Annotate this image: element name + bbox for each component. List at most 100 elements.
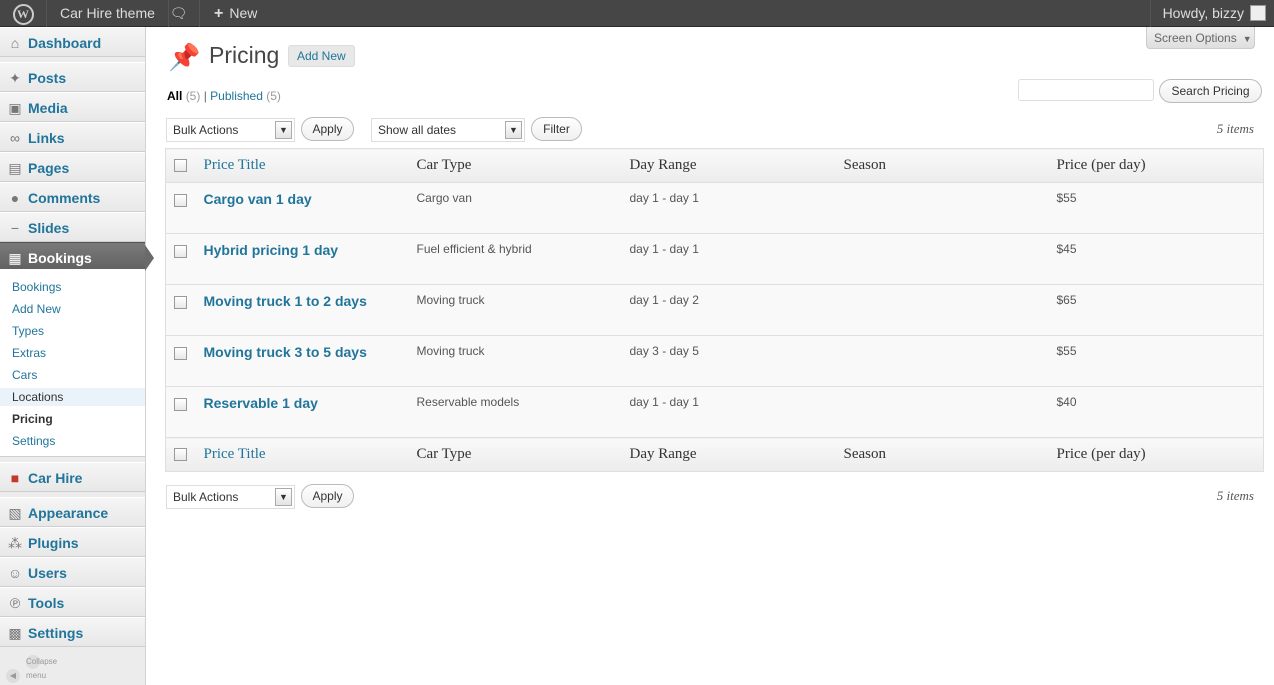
row-car-type: Cargo van — [409, 182, 623, 234]
collapse-arrow-icon: ◀ — [6, 669, 20, 683]
comments-icon[interactable]: 🗨 — [158, 0, 200, 27]
filter-published[interactable]: Published — [210, 89, 263, 103]
submenu-locations[interactable]: Locations — [0, 388, 145, 406]
search-pricing-button[interactable]: Search Pricing — [1159, 79, 1262, 103]
filter-separator: | — [203, 89, 207, 103]
menu-media[interactable]: ▣ Media — [0, 92, 145, 122]
menu-slides[interactable]: − Slides — [0, 212, 145, 242]
column-price-title[interactable]: Price Title — [196, 437, 410, 472]
media-icon: ▣ — [8, 100, 22, 116]
row-season — [836, 386, 1050, 438]
pin-icon: ✦ — [9, 70, 21, 86]
menu-posts[interactable]: ✦ Posts — [0, 62, 145, 92]
column-price-title[interactable]: Price Title — [196, 148, 410, 183]
row-season — [836, 335, 1050, 387]
collapse-menu-button[interactable]: ◀Collapse menu — [6, 655, 57, 683]
row-title-link[interactable]: Hybrid pricing 1 day — [196, 233, 410, 285]
table-row: Cargo van 1 day Cargo van day 1 - day 1 … — [165, 182, 1264, 234]
submenu-bookings[interactable]: Bookings — [12, 278, 61, 296]
select-all-checkbox-bottom[interactable] — [165, 437, 197, 472]
plus-icon: + — [214, 5, 224, 22]
menu-dashboard[interactable]: ⌂ Dashboard — [0, 27, 145, 57]
row-checkbox[interactable] — [165, 182, 197, 234]
row-price: $45 — [1049, 233, 1264, 285]
avatar — [1250, 5, 1266, 21]
items-count-top: 5 items — [1216, 121, 1254, 136]
main-content: Screen Options ▼ 📌 Pricing Add New All (5… — [146, 27, 1274, 685]
menu-users[interactable]: ☺ Users — [0, 557, 145, 587]
bookings-submenu: Bookings Add New Types Extras Cars Locat… — [0, 269, 145, 457]
column-car-type: Car Type — [409, 437, 623, 472]
row-checkbox[interactable] — [165, 386, 197, 438]
site-name-link[interactable]: Car Hire theme — [46, 0, 169, 27]
row-checkbox[interactable] — [165, 284, 197, 336]
screen-options-button[interactable]: Screen Options ▼ — [1146, 27, 1255, 49]
row-day-range: day 3 - day 5 — [622, 335, 837, 387]
row-day-range: day 1 - day 2 — [622, 284, 837, 336]
submenu-add-new[interactable]: Add New — [12, 300, 61, 318]
row-price: $55 — [1049, 335, 1264, 387]
menu-links[interactable]: ∞ Links — [0, 122, 145, 152]
column-season: Season — [836, 437, 1050, 472]
row-price: $40 — [1049, 386, 1264, 438]
wordpress-logo-icon[interactable]: W — [0, 0, 46, 27]
search-input[interactable] — [1018, 79, 1154, 101]
table-row: Moving truck 1 to 2 days Moving truck da… — [165, 284, 1264, 336]
menu-car-hire[interactable]: ■ Car Hire — [0, 462, 145, 492]
row-title-link[interactable]: Moving truck 3 to 5 days — [196, 335, 410, 387]
menu-plugins[interactable]: ⁂ Plugins — [0, 527, 145, 557]
bulk-actions-select-bottom[interactable]: Bulk Actions ▼ — [166, 485, 295, 509]
submenu-extras[interactable]: Extras — [12, 344, 46, 362]
row-season — [836, 284, 1050, 336]
status-filter-links: All (5) | Published (5) — [167, 89, 281, 103]
submenu-cars[interactable]: Cars — [12, 366, 37, 384]
slides-icon: − — [10, 220, 20, 236]
filter-button[interactable]: Filter — [531, 117, 582, 141]
row-car-type: Moving truck — [409, 284, 623, 336]
table-row: Reservable 1 day Reservable models day 1… — [165, 386, 1264, 438]
row-season — [836, 233, 1050, 285]
submenu-pricing[interactable]: Pricing — [12, 410, 53, 428]
bulk-actions-select-top[interactable]: Bulk Actions ▼ — [166, 118, 295, 142]
row-car-type: Reservable models — [409, 386, 623, 438]
settings-icon: ▩ — [8, 625, 22, 641]
select-all-checkbox[interactable] — [165, 148, 197, 183]
tools-icon: ℗ — [9, 595, 21, 611]
filter-all[interactable]: All — [167, 89, 182, 103]
appearance-icon: ▧ — [8, 505, 22, 521]
submenu-types[interactable]: Types — [12, 322, 44, 340]
row-checkbox[interactable] — [165, 335, 197, 387]
triangle-down-icon: ▼ — [1242, 34, 1252, 44]
menu-pages[interactable]: ▤ Pages — [0, 152, 145, 182]
table-header-row: Price Title Car Type Day Range Season Pr… — [165, 148, 1264, 183]
menu-comments[interactable]: ● Comments — [0, 182, 145, 212]
filter-published-count: (5) — [266, 89, 281, 103]
home-icon: ⌂ — [10, 35, 20, 51]
row-day-range: day 1 - day 1 — [622, 386, 837, 438]
submenu-settings[interactable]: Settings — [12, 432, 55, 450]
column-price: Price (per day) — [1049, 437, 1264, 472]
row-car-type: Moving truck — [409, 335, 623, 387]
menu-bookings[interactable]: ▦ Bookings — [0, 242, 154, 272]
row-title-link[interactable]: Cargo van 1 day — [196, 182, 410, 234]
menu-settings[interactable]: ▩ Settings — [0, 617, 145, 647]
menu-tools[interactable]: ℗ Tools — [0, 587, 145, 617]
row-title-link[interactable]: Reservable 1 day — [196, 386, 410, 438]
row-checkbox[interactable] — [165, 233, 197, 285]
plug-icon: ⁂ — [8, 535, 22, 551]
account-menu[interactable]: Howdy, bizzy — [1149, 0, 1274, 27]
row-price: $55 — [1049, 182, 1264, 234]
table-row: Moving truck 3 to 5 days Moving truck da… — [165, 335, 1264, 387]
howdy-text: Howdy, bizzy — [1162, 5, 1244, 21]
column-day-range: Day Range — [622, 148, 837, 183]
apply-button-bottom[interactable]: Apply — [301, 484, 354, 508]
row-title-link[interactable]: Moving truck 1 to 2 days — [196, 284, 410, 336]
apply-button-top[interactable]: Apply — [301, 117, 354, 141]
add-new-button[interactable]: Add New — [288, 45, 355, 67]
row-price: $65 — [1049, 284, 1264, 336]
menu-appearance[interactable]: ▧ Appearance — [0, 497, 145, 527]
date-filter-select[interactable]: Show all dates ▼ — [371, 118, 525, 142]
new-content-button[interactable]: + New — [200, 0, 271, 27]
items-count-bottom: 5 items — [1216, 488, 1254, 503]
column-season: Season — [836, 148, 1050, 183]
